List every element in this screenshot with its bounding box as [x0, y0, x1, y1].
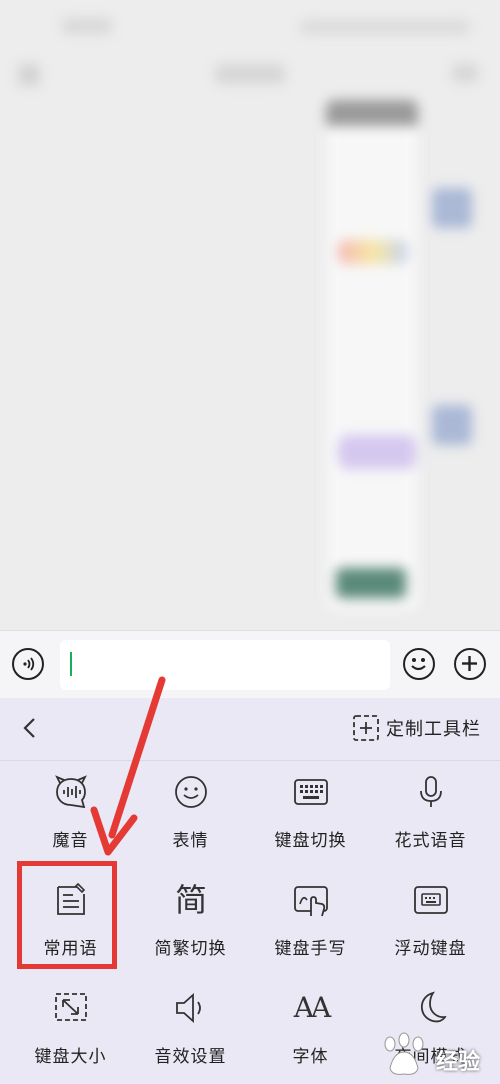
paw-logo-icon: [384, 1032, 424, 1075]
status-icons: [300, 20, 470, 34]
chevron-left-icon[interactable]: [18, 716, 42, 740]
tool-keyboard-switch[interactable]: 键盘切换: [248, 760, 373, 860]
highlight-box: [17, 861, 117, 969]
speaker-icon: [176, 992, 201, 1024]
voice-button[interactable]: [12, 648, 44, 680]
resize-icon: [55, 993, 87, 1021]
tool-font[interactable]: AA 字体: [248, 976, 373, 1076]
message-input[interactable]: [60, 640, 390, 690]
chat-background: [0, 0, 500, 630]
handwriting-icon: [294, 886, 328, 917]
more-icon[interactable]: [452, 64, 478, 82]
watermark-text: 经验: [436, 1050, 481, 1075]
avatar[interactable]: [432, 405, 472, 445]
smiley-icon: [411, 658, 426, 671]
custom-toolbar-button[interactable]: 定制工具栏: [352, 714, 481, 742]
dashed-plus-icon: [353, 715, 379, 741]
tool-sound-settings[interactable]: 音效设置: [128, 976, 253, 1076]
text-caret: [70, 652, 72, 676]
moon-icon: [420, 991, 447, 1023]
font-icon: AA: [293, 991, 331, 1024]
floating-keyboard-icon: [414, 886, 448, 914]
tool-devil-voice[interactable]: 魔音: [8, 760, 133, 860]
avatar[interactable]: [432, 188, 472, 228]
chat-title: [215, 64, 285, 84]
voice-icon: [23, 657, 35, 671]
tool-label: 键盘切换: [274, 831, 347, 851]
tool-label: 花式语音: [394, 831, 467, 851]
plus-icon: [462, 656, 477, 671]
custom-toolbar-label: 定制工具栏: [386, 719, 481, 740]
jian-character-icon: 简: [174, 881, 207, 919]
baidu-watermark: 经验: [376, 1030, 496, 1080]
message-header: [326, 100, 418, 126]
message-bubble[interactable]: [326, 100, 418, 610]
tool-handwriting[interactable]: 键盘手写: [248, 868, 373, 968]
message-image[interactable]: [338, 435, 416, 469]
plus-button[interactable]: [454, 648, 486, 680]
smiley-icon: [175, 776, 207, 808]
keyboard-icon: [294, 779, 328, 805]
tool-keyboard-size[interactable]: 键盘大小: [8, 976, 133, 1076]
tool-simplified-traditional[interactable]: 简 简繁切换: [128, 868, 253, 968]
message-image[interactable]: [336, 568, 406, 598]
tool-emoji[interactable]: 表情: [128, 760, 253, 860]
emoji-button[interactable]: [403, 648, 435, 680]
tool-label: 字体: [292, 1047, 329, 1067]
tool-label: 魔音: [52, 831, 89, 851]
tool-floating-keyboard[interactable]: 浮动键盘: [368, 868, 493, 968]
microphone-icon: [420, 776, 442, 807]
tool-fancy-voice[interactable]: 花式语音: [368, 760, 493, 860]
status-time: [62, 18, 112, 34]
tool-label: 键盘大小: [34, 1047, 107, 1067]
message-image[interactable]: [338, 240, 408, 264]
tool-label: 简繁切换: [154, 939, 227, 959]
devil-wave-icon: [55, 775, 87, 809]
input-bar: [0, 630, 500, 699]
tool-label: 音效设置: [154, 1047, 227, 1067]
back-icon[interactable]: [18, 64, 40, 86]
toolbar-header: 定制工具栏: [0, 698, 500, 761]
tool-label: 浮动键盘: [394, 939, 467, 959]
tool-label: 键盘手写: [274, 939, 347, 959]
tool-label: 表情: [172, 831, 209, 851]
